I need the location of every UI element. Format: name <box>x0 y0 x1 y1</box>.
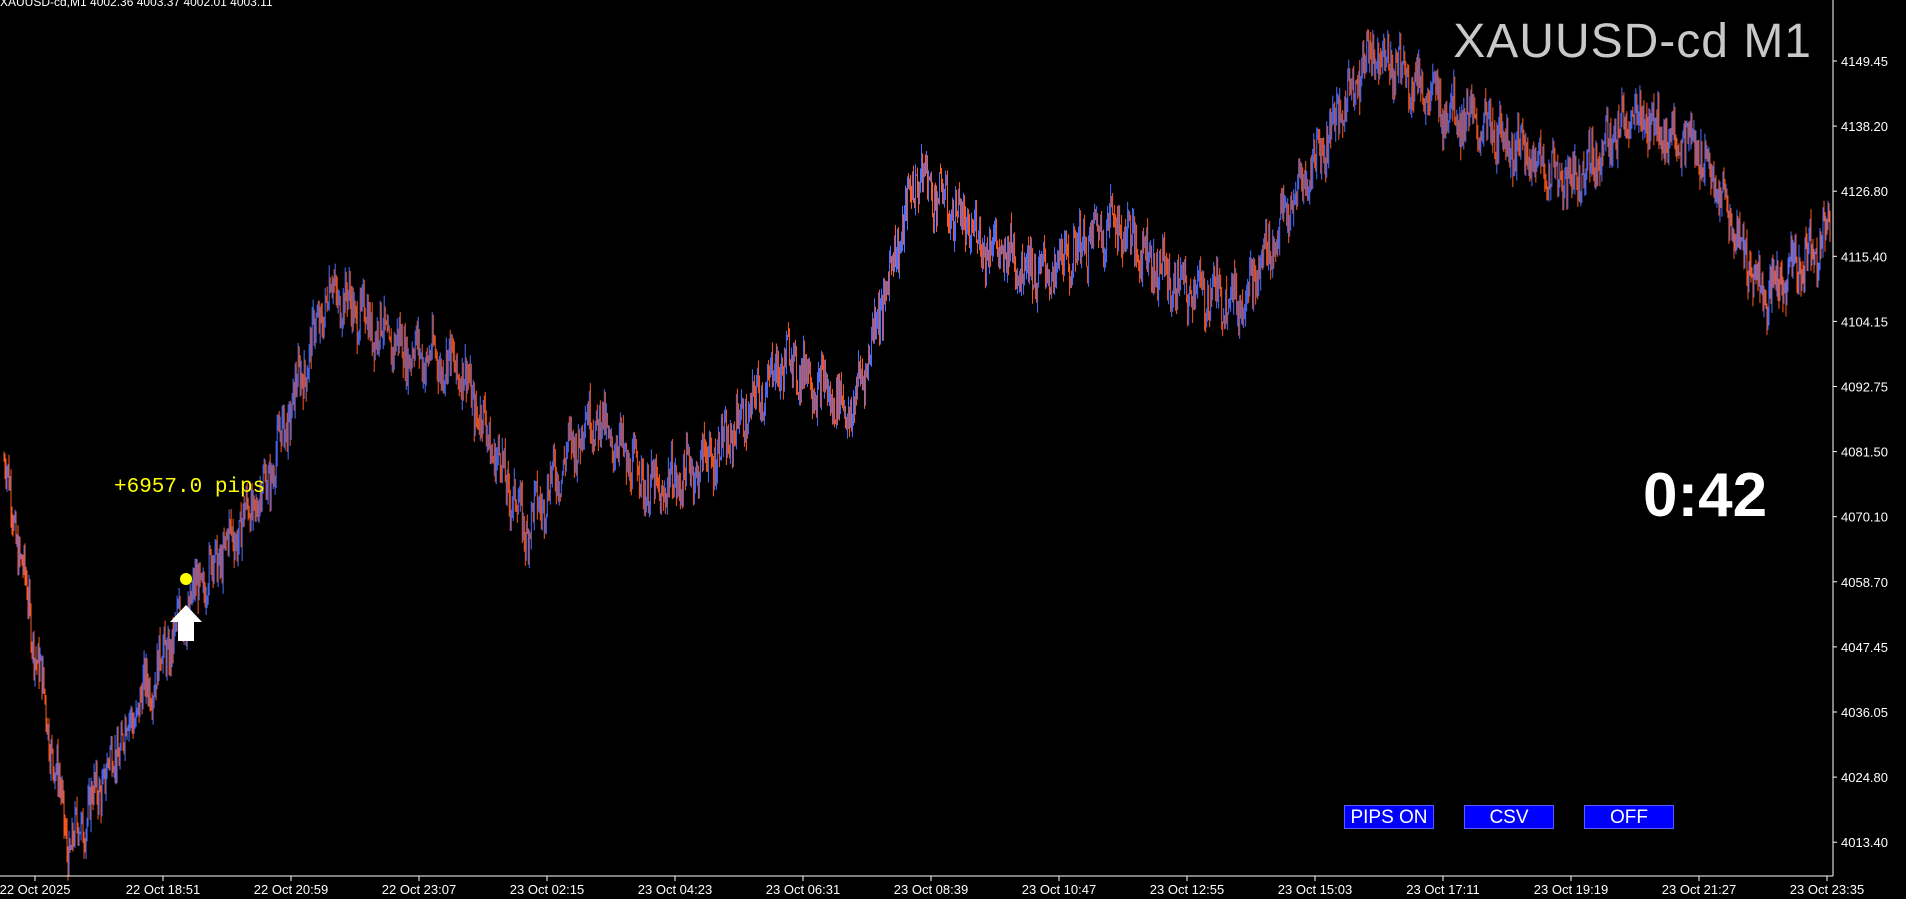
price-tick-label: 4092.75 <box>1841 380 1888 395</box>
symbol-title: XAUUSD-cd M1 <box>1453 15 1812 68</box>
time-tick-label: 22 Oct 18:51 <box>126 882 200 897</box>
price-tick-label: 4047.45 <box>1841 640 1888 655</box>
price-tick-label: 4115.40 <box>1841 249 1887 264</box>
time-tick-label: 23 Oct 10:47 <box>1022 882 1096 897</box>
bar-countdown: 0:42 <box>1643 461 1768 530</box>
time-tick-label: 23 Oct 19:19 <box>1534 882 1608 897</box>
time-tick-label: 22 Oct 23:07 <box>382 882 456 897</box>
pips-on-button[interactable]: PIPS ON <box>1344 805 1434 829</box>
price-tick-label: 4126.80 <box>1841 184 1888 199</box>
price-tick-label: 4024.80 <box>1841 770 1888 785</box>
time-tick-label: 22 Oct 2025 <box>0 882 70 897</box>
time-tick-label: 23 Oct 08:39 <box>894 882 968 897</box>
time-tick-label: 23 Oct 04:23 <box>638 882 712 897</box>
price-tick-label: 4104.15 <box>1841 314 1888 329</box>
price-chart[interactable]: 4149.45 4138.20 4126.80 4115.40 4104.15 4092.… <box>0 0 1906 899</box>
time-tick-label: 23 Oct 15:03 <box>1278 882 1352 897</box>
time-tick-label: 23 Oct 17:11 <box>1406 882 1479 897</box>
price-tick-label: 4138.20 <box>1841 119 1888 134</box>
signal-dot-icon <box>180 573 192 585</box>
pips-label: +6957.0 pips <box>114 476 266 499</box>
ohlc-header: XAUUSD-cd,M1 4002.36 4003.37 4002.01 400… <box>0 0 273 9</box>
time-tick-label: 23 Oct 06:31 <box>766 882 840 897</box>
price-tick-label: 4058.70 <box>1841 575 1888 590</box>
off-button[interactable]: OFF <box>1584 805 1674 829</box>
price-tick-label: 4036.05 <box>1841 705 1888 720</box>
time-tick-label: 23 Oct 12:55 <box>1150 882 1224 897</box>
price-tick-label: 4149.45 <box>1841 54 1888 69</box>
price-tick-label: 4070.10 <box>1841 510 1888 525</box>
price-tick-label: 4081.50 <box>1841 445 1888 460</box>
price-tick-label: 4013.40 <box>1841 835 1888 850</box>
csv-button[interactable]: CSV <box>1464 805 1554 829</box>
time-tick-label: 23 Oct 21:27 <box>1662 882 1736 897</box>
time-tick-label: 22 Oct 20:59 <box>254 882 328 897</box>
time-tick-label: 23 Oct 02:15 <box>510 882 584 897</box>
chart-window[interactable]: 4149.45 4138.20 4126.80 4115.40 4104.15 4092.… <box>0 0 1906 899</box>
time-tick-label: 23 Oct 23:35 <box>1790 882 1864 897</box>
